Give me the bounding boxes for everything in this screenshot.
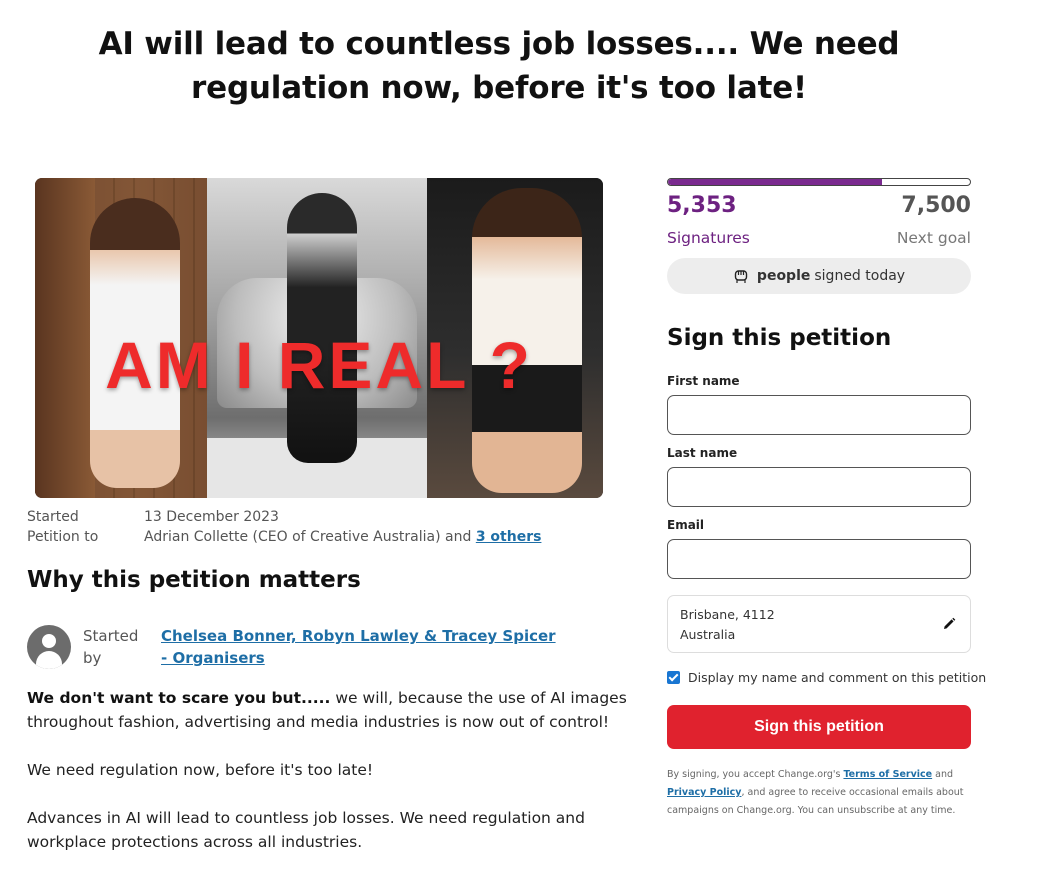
sign-form-title: Sign this petition [667,325,892,351]
location-field[interactable]: Brisbane, 4112 Australia [667,595,971,653]
display-name-option[interactable]: Display my name and comment on this peti… [667,670,986,685]
signature-count: 5,353 [667,193,737,218]
avatar-icon [27,625,71,669]
display-name-label: Display my name and comment on this peti… [688,670,987,685]
legal-mid: and [932,769,954,780]
story-bold-lead: We don't want to scare you but..... [27,689,331,707]
petition-headline: AI will lead to countless job losses....… [98,26,900,106]
petition-story: We don't want to scare you but..... we w… [27,686,627,874]
progress-fill [668,179,883,185]
story-paragraph-1: We don't want to scare you but..... we w… [27,686,627,734]
petition-meta: Started 13 December 2023 Petition to Adr… [27,507,541,547]
sign-petition-button[interactable]: Sign this petition [667,705,971,749]
last-name-input[interactable] [667,467,971,507]
starter-row: Started by Chelsea Bonner, Robyn Lawley … [27,625,561,669]
started-date: 13 December 2023 [144,509,279,525]
pencil-edit-icon[interactable] [942,617,956,631]
signed-today-pill: people signed today [667,258,971,294]
goal-count: 7,500 [901,193,971,218]
privacy-policy-link[interactable]: Privacy Policy [667,787,741,798]
raised-fist-icon [734,270,748,283]
terms-of-service-link[interactable]: Terms of Service [843,769,932,780]
today-rest: signed today [814,268,906,284]
hero-overlay-text: AM I REAL ? [105,328,533,402]
petition-to-label: Petition to [27,529,99,545]
story-paragraph-2: We need regulation now, before it's too … [27,761,374,779]
legal-disclaimer: By signing, you accept Change.org's Term… [667,766,971,820]
email-label: Email [667,518,705,532]
signatures-label: Signatures [667,229,750,247]
next-goal-label: Next goal [896,229,971,247]
location-city: Brisbane, 4112 [680,607,775,622]
others-link[interactable]: 3 others [476,529,542,545]
first-name-input[interactable] [667,395,971,435]
today-bold: people [756,268,811,284]
story-paragraph-3: Advances in AI will lead to countless jo… [27,809,585,851]
last-name-label: Last name [667,446,738,460]
display-name-checkbox[interactable] [667,671,680,684]
email-input[interactable] [667,539,971,579]
started-label: Started [27,509,79,525]
location-country: Australia [680,627,736,642]
petition-hero-image: AM I REAL ? [35,178,603,498]
legal-pre: By signing, you accept Change.org's [667,769,844,780]
first-name-label: First name [667,374,740,388]
why-heading: Why this petition matters [27,567,361,593]
petition-to-value: Adrian Collette (CEO of Creative Austral… [144,529,472,545]
organisers-link[interactable]: Chelsea Bonner, Robyn Lawley & Tracey Sp… [161,625,561,669]
signature-progress-bar [667,178,971,186]
started-by-label: Started by [83,627,139,667]
